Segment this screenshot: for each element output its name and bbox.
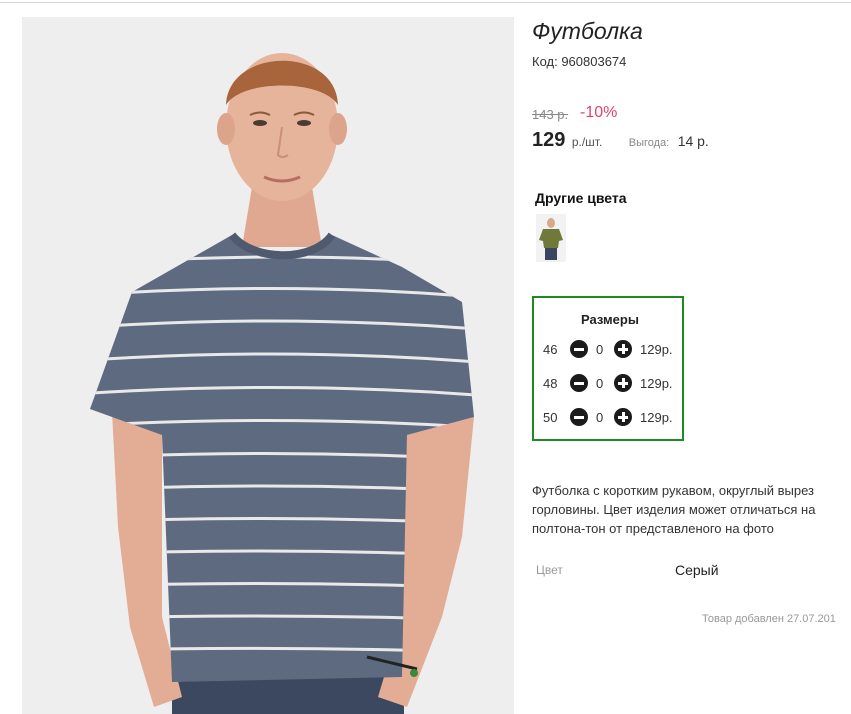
benefit-value: 14 р. — [677, 133, 709, 149]
plus-circle-icon[interactable] — [614, 340, 632, 358]
size-row: 46 0 129р. — [534, 339, 684, 359]
size-label: 46 — [543, 342, 558, 357]
size-quantity: 0 — [596, 410, 604, 425]
sizes-panel: Размеры 46 0 129р. 48 0 129р. 50 0 129р. — [532, 296, 684, 441]
sizes-title: Размеры — [581, 312, 639, 327]
minus-circle-icon[interactable] — [570, 340, 588, 358]
size-quantity: 0 — [596, 376, 604, 391]
plus-circle-icon[interactable] — [614, 408, 632, 426]
size-row: 50 0 129р. — [534, 407, 684, 427]
price-unit: р./шт. — [571, 135, 603, 149]
product-photo — [22, 17, 514, 714]
size-label: 50 — [543, 410, 558, 425]
plus-circle-icon[interactable] — [614, 374, 632, 392]
price-row: 129 р./шт. Выгода: 14 р. — [532, 129, 709, 152]
minus-circle-icon[interactable] — [570, 374, 588, 392]
product-description: Футболка с коротким рукавом, округлый вы… — [532, 483, 816, 536]
size-price: 129р. — [640, 342, 673, 357]
old-price: 143 р. — [532, 107, 569, 122]
size-price: 129р. — [640, 376, 673, 391]
minus-circle-icon[interactable] — [570, 408, 588, 426]
current-price: 129 — [532, 129, 566, 151]
benefit-label: Выгода: — [628, 137, 670, 149]
product-code: Код: 960803674 — [532, 54, 627, 69]
size-row: 48 0 129р. — [534, 373, 684, 393]
size-quantity: 0 — [596, 342, 604, 357]
other-colors-heading: Другие цвета — [535, 190, 627, 206]
color-attribute-value: Серый — [675, 562, 719, 578]
discount-badge: -10% — [580, 104, 618, 121]
product-title: Футболка — [532, 18, 643, 44]
date-added: Товар добавлен 27.07.201 — [702, 613, 836, 625]
other-color-thumbnail[interactable] — [536, 214, 566, 262]
size-price: 129р. — [640, 410, 673, 425]
color-attribute-label: Цвет — [536, 563, 563, 577]
top-divider — [0, 2, 851, 3]
size-label: 48 — [543, 376, 558, 391]
